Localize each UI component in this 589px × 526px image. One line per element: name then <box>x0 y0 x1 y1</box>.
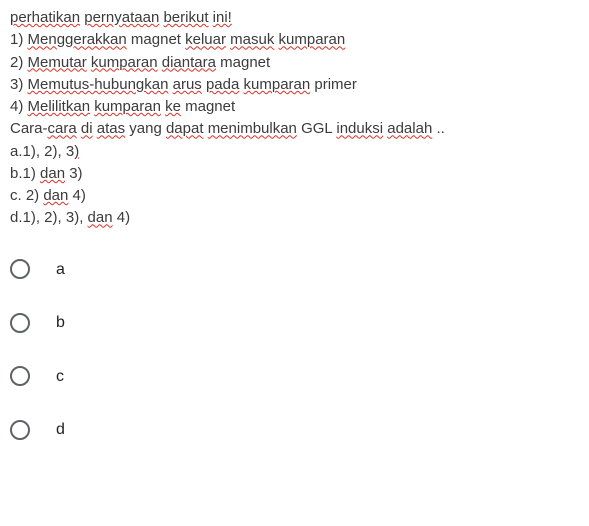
option-label: c <box>56 366 64 388</box>
word: atas <box>97 120 125 137</box>
word: ke <box>165 98 181 115</box>
word: magnet <box>127 31 185 48</box>
option-d[interactable]: d <box>10 419 579 441</box>
answer-letter-line: a.1), 2), 3) <box>10 142 579 162</box>
intro-line: perhatikan pernyataan berikut ini! <box>10 8 579 28</box>
word: ) <box>74 143 79 160</box>
radio-icon[interactable] <box>10 259 30 279</box>
option-label: b <box>56 312 65 334</box>
statement-line: 3) Memutus-hubungkan arus pada kumparan … <box>10 75 579 95</box>
word: yang <box>125 120 166 137</box>
word: 4) <box>113 209 131 226</box>
word: dan <box>88 209 113 226</box>
word: ini! <box>213 9 232 26</box>
answer-letter-line: d.1), 2), 3), dan 4) <box>10 208 579 228</box>
prompt-line: Cara-cara di atas yang dapat menimbulkan… <box>10 119 579 139</box>
line-number: 3) <box>10 76 28 93</box>
line-number: 2) <box>10 54 28 71</box>
option-c[interactable]: c <box>10 366 579 388</box>
word: Melilitkan <box>28 98 91 115</box>
word: dan <box>40 165 65 182</box>
word: perhatikan <box>10 9 80 26</box>
word: diantara <box>162 54 216 71</box>
word: .. <box>432 120 445 137</box>
word: arus <box>173 76 202 93</box>
option-label: d <box>56 419 65 441</box>
word: berikut <box>163 9 208 26</box>
answer-letter-line: b.1) dan 3) <box>10 164 579 184</box>
word: induksi <box>336 120 383 137</box>
word: menimbulkan <box>208 120 297 137</box>
options-group: a b c d <box>10 259 579 441</box>
word: d.1), 2), 3), <box>10 209 88 226</box>
option-a[interactable]: a <box>10 259 579 281</box>
line-number: 1) <box>10 31 28 48</box>
word: kumparan <box>91 54 158 71</box>
radio-icon[interactable] <box>10 420 30 440</box>
statement-line: 2) Memutar kumparan diantara magnet <box>10 53 579 73</box>
word: GGL <box>297 120 336 137</box>
word: c. 2) <box>10 187 43 204</box>
question-text: perhatikan pernyataan berikut ini! 1) Me… <box>10 8 579 229</box>
word: dapat <box>166 120 204 137</box>
word: pernyataan <box>84 9 159 26</box>
word: a.1), 2), 3 <box>10 143 74 160</box>
word: adalah <box>387 120 432 137</box>
statement-line: 4) Melilitkan kumparan ke magnet <box>10 97 579 117</box>
word: 4) <box>68 187 86 204</box>
word: Menggerakkan <box>28 31 127 48</box>
word: dan <box>43 187 68 204</box>
word: magnet <box>216 54 270 71</box>
statement-line: 1) Menggerakkan magnet keluar masuk kump… <box>10 30 579 50</box>
word: b.1) <box>10 165 40 182</box>
option-label: a <box>56 259 65 281</box>
word: primer <box>310 76 357 93</box>
word: masuk <box>230 31 274 48</box>
word: kumparan <box>244 76 311 93</box>
option-b[interactable]: b <box>10 312 579 334</box>
radio-icon[interactable] <box>10 313 30 333</box>
line-number: 4) <box>10 98 28 115</box>
word: pada <box>206 76 239 93</box>
word: kumparan <box>279 31 346 48</box>
word: Memutus-hubungkan <box>28 76 169 93</box>
answer-letter-line: c. 2) dan 4) <box>10 186 579 206</box>
word: 3) <box>65 165 83 182</box>
word: magnet <box>181 98 235 115</box>
word: kumparan <box>94 98 161 115</box>
radio-icon[interactable] <box>10 366 30 386</box>
word: cara <box>48 120 77 137</box>
word: di <box>81 120 93 137</box>
word: Memutar <box>28 54 87 71</box>
word: keluar <box>185 31 226 48</box>
word: Cara- <box>10 120 48 137</box>
